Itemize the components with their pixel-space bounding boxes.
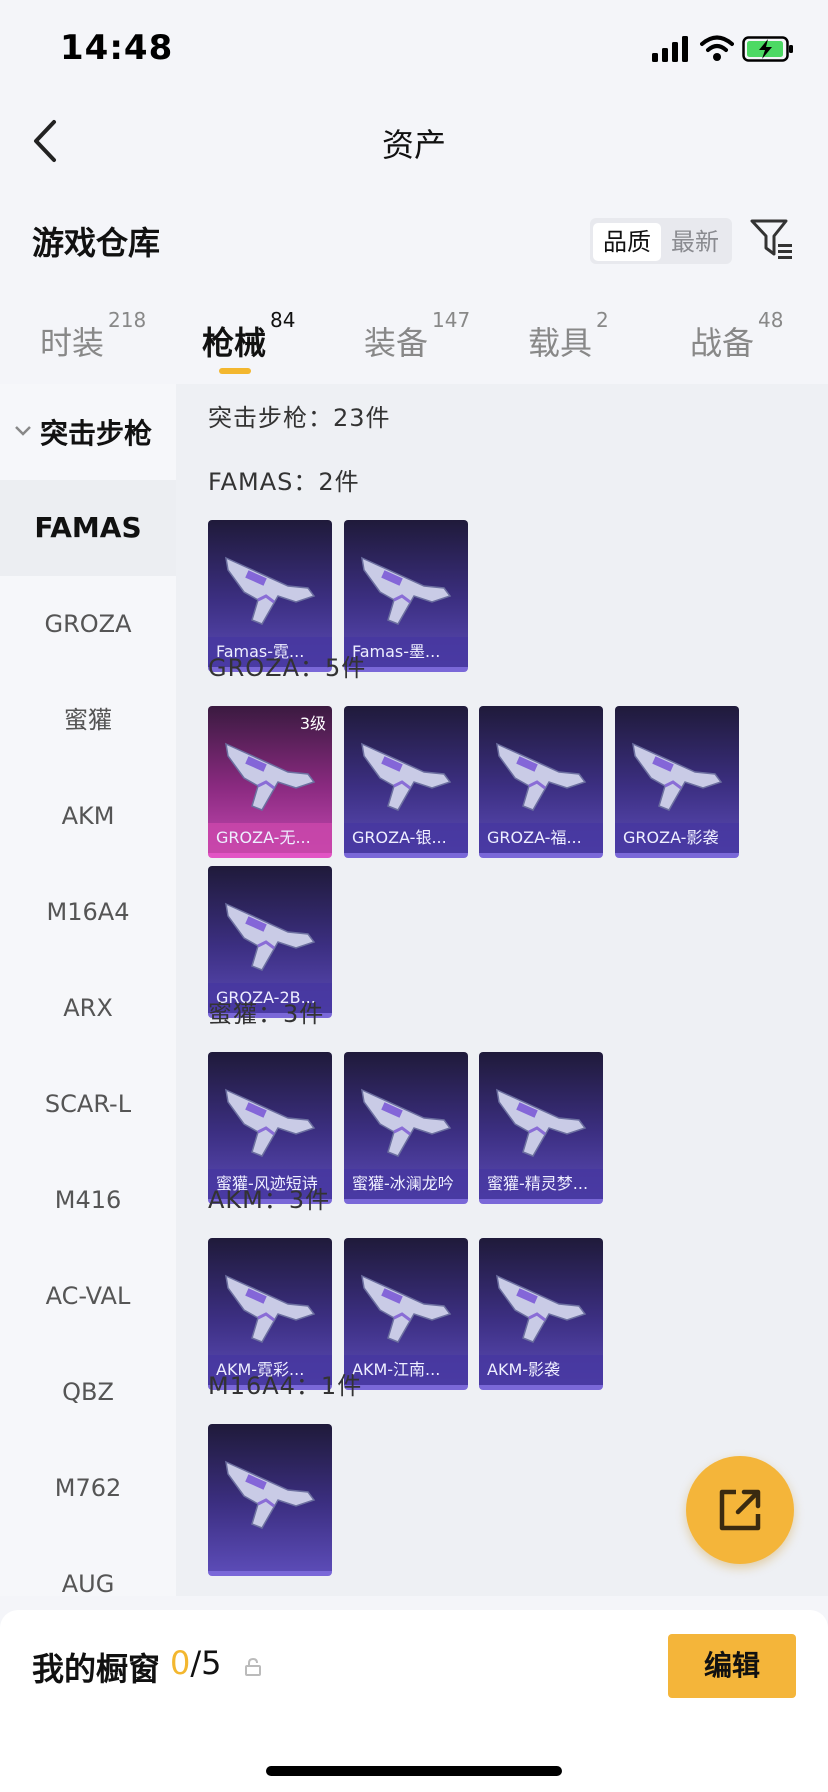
weapon-card[interactable]: GROZA-影袭	[615, 706, 739, 858]
weapon-image	[496, 1088, 587, 1157]
weapon-list: 突击步枪：23件 FAMAS：2件 Famas-霓... Famas-墨... GRO…	[176, 384, 828, 1596]
sidebar-item[interactable]: GROZA	[0, 576, 176, 672]
group-title: FAMAS：2件	[208, 468, 360, 496]
weapon-name: GROZA-影袭	[615, 823, 739, 853]
sidebar-category-header[interactable]: 突击步枪	[0, 384, 176, 480]
weapon-card[interactable]: 蜜獾-冰澜龙吟	[344, 1052, 468, 1204]
weapon-name: AKM-江南...	[344, 1355, 468, 1385]
weapon-name: GROZA-福...	[479, 823, 603, 853]
sort-toggle: 品质 最新	[590, 218, 732, 264]
battery-charging-icon	[742, 36, 793, 62]
weapon-image	[361, 742, 452, 811]
nav-bar: 资产	[0, 100, 828, 180]
weapon-card[interactable]: 3级 GROZA-无...	[208, 706, 332, 858]
weapon-name: 蜜獾-精灵梦...	[479, 1169, 603, 1199]
weapon-image	[361, 1088, 452, 1157]
weapon-image	[225, 1274, 316, 1343]
weapon-image	[225, 556, 316, 625]
weapon-card[interactable]	[208, 1424, 332, 1576]
weapon-name: 蜜獾-冰澜龙吟	[344, 1169, 468, 1199]
showcase-count: 0/5	[170, 1644, 222, 1682]
lock-icon	[245, 1658, 261, 1676]
sidebar-item[interactable]: AKM	[0, 768, 176, 864]
sidebar-item[interactable]: M16A4	[0, 864, 176, 960]
sidebar-item[interactable]: M416	[0, 1152, 176, 1248]
level-badge: 3级	[299, 714, 326, 733]
weapon-image	[632, 742, 723, 811]
tab-guns[interactable]: 枪械84	[202, 308, 295, 364]
weapon-image	[225, 902, 316, 971]
chevron-down-icon	[15, 426, 31, 436]
sidebar-category-label: 突击步枪	[40, 417, 153, 450]
sidebar-item[interactable]: FAMAS	[0, 480, 176, 576]
weapon-image	[361, 556, 452, 625]
filter-icon[interactable]	[750, 218, 794, 260]
weapon-card[interactable]: GROZA-福...	[479, 706, 603, 858]
sidebar-item[interactable]: M762	[0, 1440, 176, 1536]
edit-button[interactable]: 编辑	[668, 1634, 796, 1698]
total-summary: 突击步枪：23件	[208, 404, 391, 432]
tab-equipment[interactable]: 装备147	[364, 308, 470, 364]
group-title: AKM：3件	[208, 1186, 331, 1214]
weapon-image	[225, 1460, 316, 1529]
wifi-icon	[700, 35, 734, 61]
sidebar-item[interactable]: SCAR-L	[0, 1056, 176, 1152]
sidebar-item[interactable]: 蜜獾	[0, 672, 176, 768]
active-tab-indicator	[219, 368, 251, 374]
weapon-image	[225, 1088, 316, 1157]
group-title: M16A4：1件	[208, 1372, 363, 1400]
weapon-name: GROZA-无...	[208, 823, 332, 853]
weapon-image	[496, 1274, 587, 1343]
warehouse-title: 游戏仓库	[32, 224, 161, 262]
sort-newest-option[interactable]: 最新	[661, 223, 729, 261]
group-title: GROZA：5件	[208, 654, 367, 682]
showcase-label: 我的橱窗	[32, 1650, 161, 1688]
tab-vehicles[interactable]: 载具2	[528, 308, 609, 364]
share-icon	[719, 1489, 761, 1531]
tab-supplies[interactable]: 战备48	[690, 308, 783, 364]
weapon-image	[361, 1274, 452, 1343]
group-title: 蜜獾：3件	[208, 1000, 325, 1028]
weapon-card[interactable]: GROZA-银...	[344, 706, 468, 858]
weapon-image	[225, 742, 316, 811]
weapon-card[interactable]: 蜜獾-精灵梦...	[479, 1052, 603, 1204]
weapon-name: GROZA-银...	[344, 823, 468, 853]
sidebar-item[interactable]: QBZ	[0, 1344, 176, 1440]
weapon-card[interactable]: AKM-江南...	[344, 1238, 468, 1390]
page-title: 资产	[381, 126, 446, 164]
sidebar-item[interactable]: ARX	[0, 960, 176, 1056]
sort-quality-option[interactable]: 品质	[593, 223, 661, 261]
category-tabs: 时装218 枪械84 装备147 载具2 战备48	[0, 308, 828, 382]
home-indicator	[266, 1766, 562, 1776]
cellular-signal-icon	[652, 36, 688, 62]
status-time: 14:48	[60, 28, 174, 68]
sidebar-item[interactable]: AC-VAL	[0, 1248, 176, 1344]
status-bar: 14:48	[0, 0, 828, 100]
weapon-card[interactable]: AKM-影袭	[479, 1238, 603, 1390]
weapon-sidebar: 突击步枪 FAMAS GROZA 蜜獾 AKM M16A4 ARX SCAR-L M416 AC…	[0, 384, 176, 1598]
weapon-name: AKM-影袭	[479, 1355, 603, 1385]
weapon-image	[496, 742, 587, 811]
share-button[interactable]	[686, 1456, 794, 1564]
tab-costume[interactable]: 时装218	[40, 308, 146, 364]
showcase-bar: 我的橱窗 0/5 编辑	[0, 1610, 828, 1792]
